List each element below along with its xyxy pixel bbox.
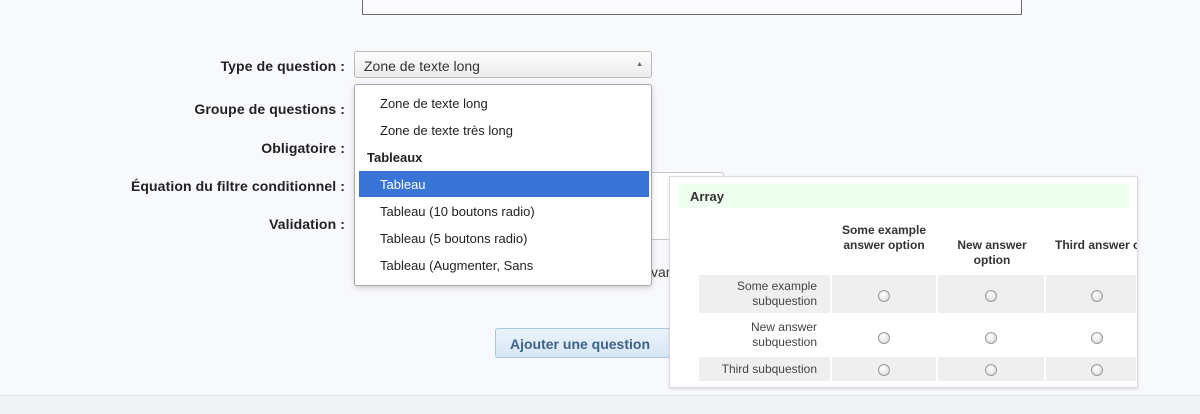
option-zone-texte-tres-long[interactable]: Zone de texte très long [359,117,649,143]
radio-button[interactable] [1091,332,1103,344]
option-tableau-5-radio[interactable]: Tableau (5 boutons radio) [359,225,649,251]
radio-button[interactable] [878,364,890,376]
footer-bar [0,395,1200,414]
label-question-group: Groupe de questions : [194,101,345,117]
option-tableau-augmenter[interactable]: Tableau (Augmenter, Sans [359,252,649,278]
group-tableaux: Tableaux [367,150,423,165]
preview-title: Array [679,184,1129,208]
partial-label: var [651,264,671,280]
question-type-preview: Array Some example answer option New ans… [669,176,1138,388]
radio-button[interactable] [1091,364,1103,376]
label-relevance-equation: Équation du filtre conditionnel : [130,178,345,194]
column-header: New answer option [957,238,1027,267]
add-question-button[interactable]: Ajouter une question [495,328,683,358]
radio-button[interactable] [985,364,997,376]
question-type-dropdown[interactable]: Zone de texte long Zone de texte très lo… [354,84,652,286]
radio-button[interactable] [878,290,890,302]
row-label: Some example subquestion [736,279,817,308]
option-tableau-10-radio[interactable]: Tableau (10 boutons radio) [359,198,649,224]
select-value: Zone de texte long [364,58,480,74]
label-mandatory: Obligatoire : [261,140,345,156]
option-tableau[interactable]: Tableau [359,171,649,197]
label-question-type: Type de question : [220,58,345,74]
question-type-select[interactable]: Zone de texte long ▲ [354,51,652,78]
radio-button[interactable] [985,332,997,344]
option-zone-texte-long[interactable]: Zone de texte long [359,90,649,116]
caret-up-icon: ▲ [636,61,643,68]
radio-button[interactable] [1091,290,1103,302]
row-label: Third subquestion [721,362,817,376]
column-header: Some example answer option [841,223,927,252]
label-validation: Validation : [269,216,345,232]
question-text-editor[interactable] [362,0,1022,15]
column-header: Third answer option [1055,238,1137,252]
radio-button[interactable] [878,332,890,344]
radio-button[interactable] [985,290,997,302]
row-label: New answer subquestion [750,320,817,349]
